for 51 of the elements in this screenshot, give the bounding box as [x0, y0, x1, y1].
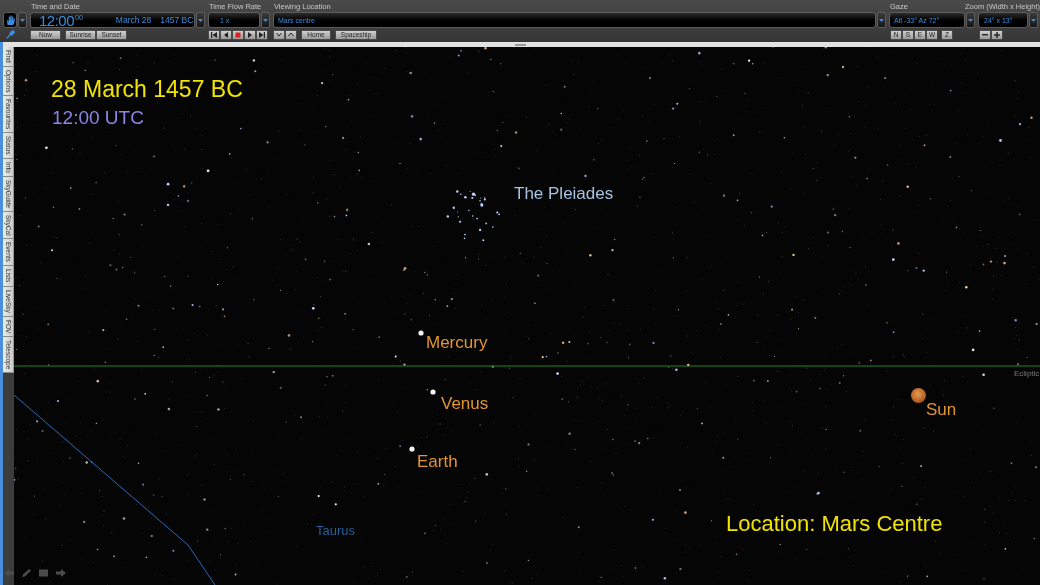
skip-forward-icon	[259, 31, 265, 38]
caret-icon	[198, 18, 203, 22]
minus-icon	[982, 31, 988, 38]
cluster-label: The Pleiades	[514, 185, 614, 202]
chevron-down-icon	[276, 32, 282, 37]
dropdown-button[interactable]	[966, 12, 975, 28]
date-label: 28 March 1457 BC	[51, 78, 243, 101]
plus-icon	[994, 31, 1000, 38]
planet-label: Mercury	[426, 334, 488, 351]
planet-dot-icon	[418, 330, 424, 336]
sun-label: Sun	[926, 401, 957, 418]
hand-icon	[5, 15, 15, 25]
dropdown-button[interactable]	[196, 12, 205, 28]
play-icon	[247, 31, 253, 38]
playback-button[interactable]	[256, 29, 268, 40]
caret-icon	[879, 18, 884, 22]
date-text: March 28	[115, 15, 152, 25]
caret-icon	[1031, 18, 1036, 22]
playback-button[interactable]	[244, 29, 256, 40]
planet-dot-icon	[430, 389, 436, 395]
playback-button[interactable]	[208, 29, 220, 40]
constellation-label: Taurus	[316, 524, 356, 537]
year-text: 1457 BC	[160, 15, 194, 25]
hand-tool-button[interactable]	[3, 12, 17, 28]
planet-label: Venus	[441, 395, 489, 412]
splitter-handle[interactable]	[514, 43, 526, 46]
time-label: 12:00 UTC	[52, 108, 144, 127]
location-label: Location: Mars Centre	[726, 513, 943, 535]
skip-back-icon	[211, 31, 217, 38]
stop-icon	[235, 31, 241, 38]
pin-icon	[6, 30, 15, 39]
zoom-in-button[interactable]	[991, 29, 1003, 40]
planet-label: Earth	[417, 453, 458, 470]
playback-button[interactable]	[232, 29, 244, 40]
ecliptic-label: Ecliptic	[1014, 370, 1040, 378]
zoom-out-button[interactable]	[979, 29, 991, 40]
view-button[interactable]	[273, 29, 285, 40]
dropdown-button[interactable]	[1029, 12, 1038, 28]
caret-icon	[968, 18, 973, 22]
planet-dot-icon	[409, 446, 415, 452]
dropdown-button[interactable]	[261, 12, 270, 28]
time-text: 12:00	[39, 11, 75, 29]
dropdown-button[interactable]	[18, 12, 27, 28]
playback-button[interactable]	[220, 29, 232, 40]
sun-disc-icon	[910, 387, 926, 403]
chevron-up-icon	[288, 32, 294, 37]
view-button[interactable]	[285, 29, 297, 40]
dropdown-button[interactable]	[877, 12, 886, 28]
caret-icon	[263, 18, 268, 22]
step-back-icon	[223, 31, 229, 38]
caret-icon	[20, 18, 25, 22]
